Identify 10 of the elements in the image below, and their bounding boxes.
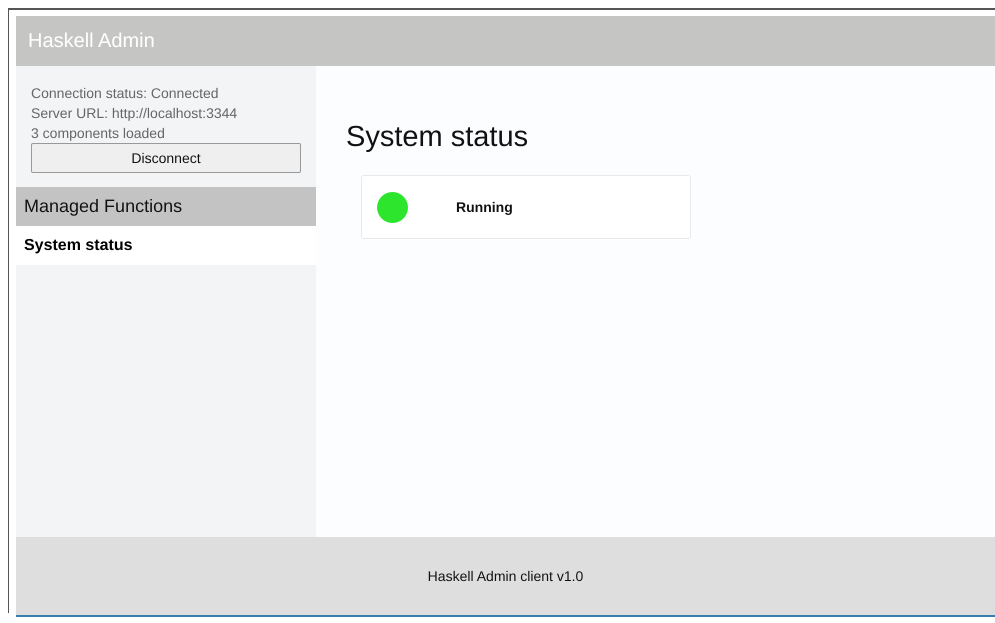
connection-info: 3 components loaded (31, 124, 166, 143)
page-heading: System status (346, 121, 530, 154)
status-label: Running (456, 199, 513, 215)
section-header: Managed Functions (16, 187, 316, 226)
disconnect-button[interactable]: Disconnect (31, 143, 301, 173)
footer-text: Haskell Admin client v1.0 (428, 568, 584, 584)
connection-info: Server URL: http://localhost:3344 (31, 104, 238, 123)
app-title: Haskell Admin (28, 30, 155, 52)
sidebar-item[interactable]: System status (16, 226, 316, 265)
connection-info: Connection status: Connected (31, 84, 220, 103)
